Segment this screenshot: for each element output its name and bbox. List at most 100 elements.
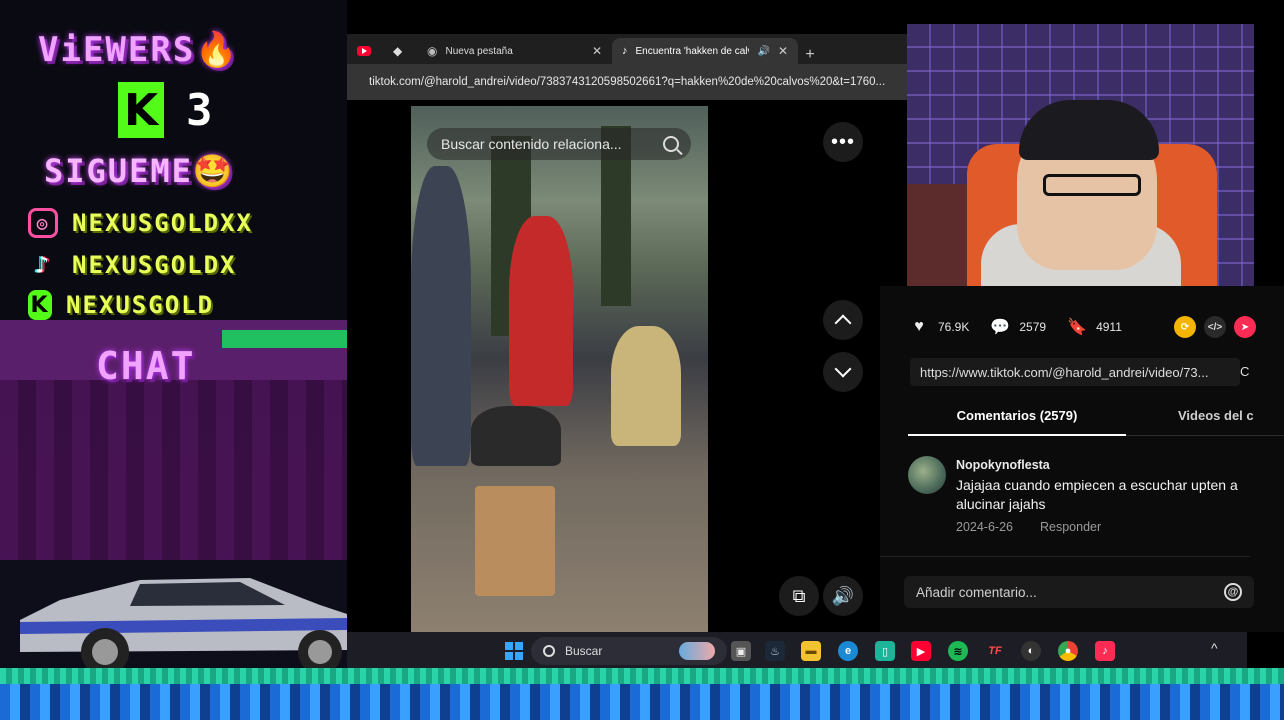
address-bar[interactable]: tiktok.com/@harold_andrei/video/73837431… (347, 64, 907, 100)
new-tab-button[interactable]: + (798, 46, 822, 64)
phone-link-icon[interactable]: ▯ (875, 641, 895, 661)
viewer-count: 3 (186, 84, 215, 136)
spotify-icon[interactable]: ≋ (948, 641, 968, 661)
video-dj-equipment (471, 406, 561, 466)
instagram-icon: ◎ (28, 208, 58, 238)
picture-in-picture-button[interactable]: ⧉ (779, 576, 819, 616)
speaker-icon[interactable]: 🔊 (757, 46, 769, 57)
tab-comments[interactable]: Comentarios (2579) (908, 406, 1126, 436)
video-person-red-jacket (509, 216, 573, 406)
next-video-button[interactable] (823, 352, 863, 392)
more-options-button[interactable]: ••• (823, 122, 863, 162)
share-icons: ⟳ </> ➤ (1174, 316, 1256, 338)
video-person-dancer (611, 326, 681, 446)
comment-text: Jajajaa cuando empiecen a escuchar upten… (956, 477, 1238, 512)
chrome-icon: ◉ (427, 44, 438, 58)
close-tab-icon[interactable]: ✕ (592, 44, 602, 58)
heart-icon: ♥ (914, 318, 924, 335)
bookmark-icon: 🔖 (1067, 319, 1088, 336)
share-url-field[interactable]: https://www.tiktok.com/@harold_andrei/vi… (910, 358, 1240, 386)
youtube-icon (357, 46, 371, 56)
search-highlight-icon (679, 642, 715, 660)
close-tab-icon[interactable]: ✕ (778, 44, 788, 58)
save-stat[interactable]: 🔖 4911 (1067, 318, 1122, 336)
chrome-icon[interactable]: ● (1058, 641, 1078, 661)
taskbar-search-label: Buscar (565, 644, 603, 658)
viewers-title: ViEWERS🔥 (38, 30, 240, 70)
comment-count: 2579 (1019, 320, 1047, 334)
comment-bubble-icon: 💬 (990, 319, 1011, 336)
video-player[interactable]: Buscar contenido relaciona... (411, 106, 708, 632)
star-eyes-emoji-icon: 🤩 (192, 152, 235, 190)
like-stat[interactable]: ♥ 76.9K (910, 318, 969, 336)
kick-logo-icon: K (118, 82, 164, 138)
video-box (475, 486, 555, 596)
comment-stat[interactable]: 💬 2579 (990, 318, 1047, 336)
follow-label: SIGUEME (44, 152, 193, 190)
fire-icon: 🔥 (195, 30, 240, 70)
tab-creator-videos[interactable]: Videos del c (1178, 406, 1284, 436)
chevron-up-icon[interactable]: ^ (1211, 640, 1218, 656)
kick-icon: K (28, 290, 52, 320)
browser-tab-bar: ◆ ◉ Nueva pestaña ✕ ♪ Encuentra 'hakken … (347, 34, 907, 64)
avatar[interactable] (908, 456, 946, 494)
obs-icon[interactable]: ◐ (1021, 641, 1041, 661)
tiktok-page: Buscar contenido relaciona... ••• ⧉ 🔊 (347, 100, 907, 632)
tiktok-icon[interactable]: ♪ (1095, 641, 1115, 661)
video-details-panel: ♥ 76.9K 💬 2579 🔖 4911 ⟳ </> ➤ https://ww… (880, 286, 1284, 632)
chat-title: CHAT (96, 344, 196, 388)
folder-icon[interactable]: ▬ (801, 641, 821, 661)
tiktok-icon: ♪ (34, 251, 52, 279)
previous-video-button[interactable] (823, 300, 863, 340)
tab-youtube[interactable] (347, 38, 383, 64)
viewers-label: ViEWERS (38, 30, 196, 70)
social-handle: NEXUSGOLDXX (72, 209, 253, 237)
task-view-icon[interactable]: ▣ (731, 641, 751, 661)
repost-icon[interactable]: ⟳ (1174, 316, 1196, 338)
pixel-green-bar (222, 330, 347, 348)
send-icon[interactable]: ➤ (1234, 316, 1256, 338)
chevron-down-icon (834, 360, 852, 378)
panel-tabs: Comentarios (2579) Videos del c (908, 406, 1284, 436)
comment-username[interactable]: Nopokynoflesta (956, 458, 1050, 472)
volume-button[interactable]: 🔊 (823, 576, 863, 616)
search-icon (543, 645, 555, 657)
social-tiktok: ♪ NEXUSGOLDX (28, 250, 237, 280)
mention-icon[interactable]: @ (1224, 583, 1242, 601)
follow-title: SIGUEME🤩 (44, 152, 235, 190)
chevron-up-icon (834, 314, 852, 332)
edge-icon[interactable]: e (838, 641, 858, 661)
windows-start-icon[interactable] (505, 642, 523, 660)
windows-taskbar: Buscar ▣ ♨ ▬ e ▯ ▶ ≋ TF ◐ ● ♪ ^ (347, 632, 1247, 670)
video-stats: ♥ 76.9K 💬 2579 🔖 4911 (910, 318, 1144, 336)
comment-date: 2024-6-26 (956, 520, 1013, 534)
search-icon[interactable] (663, 136, 679, 152)
tab-pinned[interactable]: ◆ (383, 38, 417, 64)
save-count: 4911 (1096, 320, 1122, 334)
webcam-feed (907, 24, 1254, 286)
tf-icon[interactable]: TF (985, 641, 1005, 661)
tab-label: Nueva pestaña (445, 45, 513, 57)
related-search-bar[interactable]: Buscar contenido relaciona... (427, 128, 691, 160)
copy-link-button[interactable]: C (1240, 358, 1249, 386)
stream-overlay-left: ViEWERS🔥 K 3 SIGUEME🤩 ◎ NEXUSGOLDXX ♪ NE… (0, 0, 347, 720)
pixel-car-icon (20, 578, 347, 670)
youtube-icon[interactable]: ▶ (911, 641, 931, 661)
pixel-water-strip (0, 684, 1284, 720)
embed-icon[interactable]: </> (1204, 316, 1226, 338)
reply-button[interactable]: Responder (1040, 520, 1101, 534)
add-comment-input[interactable]: Añadir comentario... @ (904, 576, 1254, 608)
social-handle: NEXUSGOLD (66, 291, 215, 319)
viewer-count-row: K 3 (118, 82, 215, 138)
taskbar-search[interactable]: Buscar (531, 637, 727, 665)
social-instagram: ◎ NEXUSGOLDXX (28, 208, 253, 238)
tab-tiktok[interactable]: ♪ Encuentra 'hakken de calvo 🔊 ✕ (612, 38, 798, 64)
tab-new-tab[interactable]: ◉ Nueva pestaña ✕ (417, 38, 612, 64)
add-comment-placeholder: Añadir comentario... (916, 584, 1037, 600)
related-search-placeholder: Buscar contenido relaciona... (441, 136, 622, 152)
webcam-glasses (1043, 174, 1141, 196)
social-handle: NEXUSGOLDX (72, 251, 237, 279)
steam-icon[interactable]: ♨ (765, 641, 785, 661)
pixel-building (0, 380, 347, 560)
video-tarp (411, 166, 471, 466)
